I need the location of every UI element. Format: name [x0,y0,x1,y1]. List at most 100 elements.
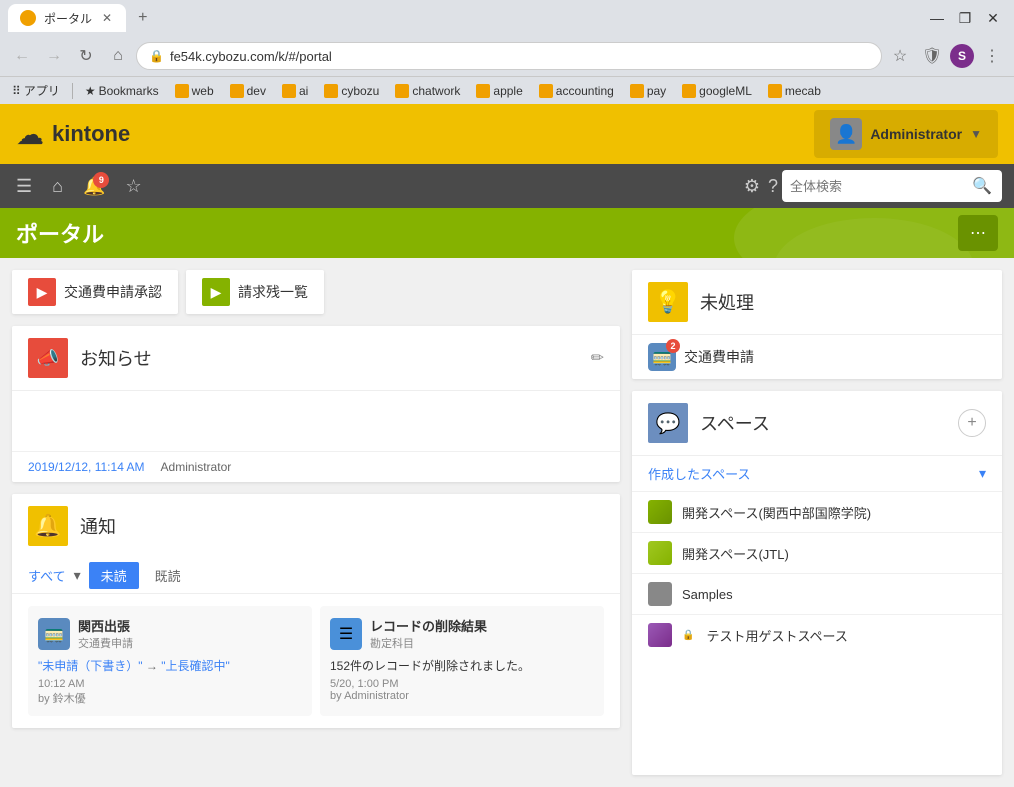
notification-card-title: 通知 [80,513,604,539]
global-search-input[interactable] [790,179,966,194]
apps-label: アプリ [24,82,60,99]
maximize-button[interactable]: ❐ [952,8,978,28]
bookmark-ai[interactable]: ai [278,82,312,100]
billing-list-button[interactable]: ▶ 請求残一覧 [186,270,324,314]
space-item-1[interactable]: 開発スペース(関西中部国際学院) [632,491,1002,532]
bookmark-apple[interactable]: apple [472,82,526,100]
bookmark-dev[interactable]: dev [226,82,270,100]
bookmark-googleml[interactable]: googleML [678,82,756,100]
folder-icon [682,84,696,98]
close-button[interactable]: ✕ [980,8,1006,28]
home-icon[interactable]: ⌂ [48,172,67,201]
notification-bell[interactable]: 🔔 9 [79,172,109,201]
folder-icon [539,84,553,98]
notif-item-1-link2: "上長確認中" [161,659,230,673]
chatwork-label: chatwork [412,84,460,98]
window-controls: — ❐ ✕ [924,8,1006,28]
address-bar[interactable]: 🔒 fe54k.cybozu.com/k/#/portal [136,42,882,70]
notif-item-1-sub: 交通費申請 [78,635,133,651]
folder-icon [175,84,189,98]
search-submit-button[interactable]: 🔍 [970,174,994,198]
browser-chrome: ポータル ✕ + — ❐ ✕ ← → ↻ ⌂ 🔒 fe54k.cybozu.co… [0,0,1014,104]
apple-label: apple [493,84,522,98]
help-button[interactable]: ? [764,172,782,201]
lock-icon: 🔒 [682,630,694,641]
minimize-button[interactable]: — [924,8,950,28]
kintone-app: ☁ kintone 👤 Administrator ▼ ☰ ⌂ 🔔 9 ☆ ⚙ … [0,104,1014,787]
folder-icon [768,84,782,98]
notice-card: 📣 お知らせ ✏ 2019/12/12, 11:14 AM Administra… [12,326,620,482]
address-text: fe54k.cybozu.com/k/#/portal [170,49,869,64]
extension-button[interactable]: 🛡 [918,42,946,70]
transport-icon-container: 🚃 2 [648,343,676,371]
forward-button[interactable]: → [40,42,68,70]
unprocessed-item-transport[interactable]: 🚃 2 交通費申請 [632,334,1002,379]
user-menu[interactable]: 👤 Administrator ▼ [814,110,998,158]
unprocessed-title: 未処理 [700,289,754,315]
favorites-star-icon[interactable]: ☆ [121,172,145,201]
notification-tabs: すべて ▾ 未読 既読 [12,558,620,594]
profile-button[interactable]: S [950,44,974,68]
space-item-name-4: テスト用ゲストスペース [706,626,847,645]
space-add-button[interactable]: + [958,409,986,437]
apps-grid-icon: ⠿ [12,84,21,98]
billing-list-label: 請求残一覧 [238,282,308,302]
unprocessed-card: 💡 未処理 🚃 2 交通費申請 [632,270,1002,379]
transport-approval-button[interactable]: ▶ 交通費申請承認 [12,270,178,314]
notice-edit-button[interactable]: ✏ [591,348,604,368]
tab-dropdown-icon[interactable]: ▾ [74,567,81,584]
space-item-3[interactable]: Samples [632,573,1002,614]
unprocessed-icon: 💡 [648,282,688,322]
space-header: 💬 スペース + [632,391,1002,455]
settings-gear-icon[interactable]: ⚙ [740,172,764,201]
bookmark-star-button[interactable]: ☆ [886,42,914,70]
tab-bar: ポータル ✕ + [8,4,155,32]
kintone-header: ☁ kintone 👤 Administrator ▼ [0,104,1014,164]
play-icon-green: ▶ [202,278,230,306]
notif-item-1-arrow: → [146,659,161,673]
new-tab-button[interactable]: + [130,5,155,31]
bookmark-cybozu[interactable]: cybozu [320,82,383,100]
notif-item-1-by: by 鈴木優 [38,690,302,706]
notification-card-header: 🔔 通知 [12,494,620,558]
refresh-button[interactable]: ↻ [72,42,100,70]
global-search-box[interactable]: 🔍 [782,170,1002,202]
bookmark-chatwork[interactable]: chatwork [391,82,464,100]
space-item-2[interactable]: 開発スペース(JTL) [632,532,1002,573]
folder-icon [630,84,644,98]
tab-close-button[interactable]: ✕ [100,11,114,25]
tab-unread[interactable]: 未読 [89,562,139,589]
notification-card-icon: 🔔 [28,506,68,546]
bookmark-pay[interactable]: pay [626,82,670,100]
space-item-icon-2 [648,541,672,565]
menu-button[interactable]: ⋮ [978,42,1006,70]
notice-card-icon: 📣 [28,338,68,378]
notif-item-1-title: 関西出張 [78,616,133,635]
notif-item-2-by: by Administrator [330,690,594,702]
hamburger-menu-icon[interactable]: ☰ [12,172,36,201]
space-section-expand-icon: ▾ [979,465,986,482]
back-button[interactable]: ← [8,42,36,70]
active-tab[interactable]: ポータル ✕ [8,4,126,32]
home-button[interactable]: ⌂ [104,42,132,70]
space-item-icon-4 [648,623,672,647]
notif-item-1-header: 🚃 関西出張 交通費申請 [38,616,302,651]
bookmarks-label: Bookmarks [99,84,159,98]
bookmark-web[interactable]: web [171,82,218,100]
tab-all[interactable]: すべて [28,566,66,585]
tab-read[interactable]: 既読 [147,562,189,589]
bookmark-mecab[interactable]: mecab [764,82,825,100]
notice-author: Administrator [161,460,232,474]
bookmark-accounting[interactable]: accounting [535,82,618,100]
dev-label: dev [247,84,266,98]
notif-item-1-time: 10:12 AM [38,678,302,690]
user-icon: 👤 [835,124,857,145]
portal-more-button[interactable]: ⋯ [958,215,998,251]
unprocessed-header: 💡 未処理 [632,270,1002,334]
bookmark-apps[interactable]: ⠿ アプリ [8,80,64,101]
space-section-header[interactable]: 作成したスペース ▾ [632,456,1002,491]
portal-title: ポータル [16,217,104,249]
bookmark-bookmarks[interactable]: ★ Bookmarks [81,82,163,100]
space-chat-icon: 💬 [648,403,688,443]
space-item-4[interactable]: 🔒 テスト用ゲストスペース [632,614,1002,655]
